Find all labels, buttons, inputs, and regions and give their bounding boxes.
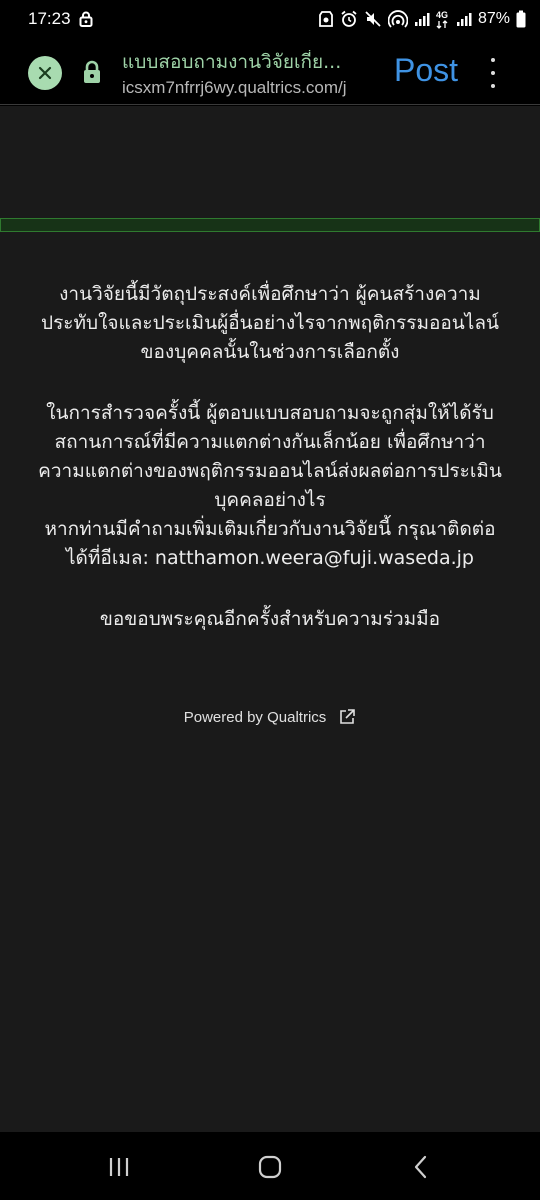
status-icons: 4G 87% [318,9,526,29]
progress-bar [0,218,540,232]
survey-text-line: ได้ที่อีเมล: natthamon.weera@fuji.waseda… [66,547,474,569]
recent-apps-button[interactable] [104,1152,134,1182]
back-icon [414,1155,427,1179]
lock-icon[interactable] [82,60,102,88]
hotspot-icon [387,10,408,28]
survey-intro-text: งานวิจัยนี้มีวัตถุประสงค์เพื่อศึกษาว่า ผ… [0,280,540,634]
navigation-bar [0,1132,540,1200]
screen-lock-icon [79,11,93,27]
back-button[interactable] [406,1152,436,1182]
mute-icon [364,10,382,28]
survey-text-line: ประทับใจและประเมินผู้อื่นอย่างไรจากพฤติก… [41,312,499,334]
close-icon [38,66,52,80]
signal-icon [414,11,430,27]
survey-text-line: งานวิจัยนี้มีวัตถุประสงค์เพื่อศึกษาว่า ผ… [59,283,481,305]
survey-text-line: สถานการณ์ที่มีความแตกต่างกันเล็กน้อย เพื… [54,431,486,453]
survey-text-line: ในการสำรวจครั้งนี้ ผู้ตอบแบบสอบถามจะถูกส… [46,402,494,424]
home-icon [258,1155,282,1179]
survey-text-line: บุคคลอย่างไร [214,489,326,511]
url-block[interactable]: แบบสอบถามงานวิจัยเกี่ย... icsxm7nfrrj6wy… [122,50,382,99]
survey-text-line: ความแตกต่างของพฤติกรรมออนไลน์ส่งผลต่อการ… [38,460,502,482]
battery-icon [516,10,526,28]
powered-by-label: Powered by Qualtrics [183,708,327,726]
data-saver-icon [318,10,334,28]
recent-apps-icon [109,1158,129,1176]
survey-text-line: ของบุคคลนั้นในช่วงการเลือกตั้ง [140,341,400,363]
paragraph-thanks: ขอขอบพระคุณอีกครั้งสำหรับความร่วมมือ [0,605,540,634]
battery-percent: 87% [477,10,510,27]
paragraph-purpose: งานวิจัยนี้มีวัตถุประสงค์เพื่อศึกษาว่า ผ… [0,280,540,367]
signal-icon-2 [456,11,472,27]
survey-text-line: หากท่านมีคำถามเพิ่มเติมเกี่ยวกับงานวิจัย… [44,518,496,540]
page-url: icsxm7nfrrj6wy.qualtrics.com/j [122,78,347,97]
paragraph-procedure: ในการสำรวจครั้งนี้ ผู้ตอบแบบสอบถามจะถูกส… [0,399,540,573]
external-link-icon [340,709,356,724]
page-title: แบบสอบถามงานวิจัยเกี่ย... [122,51,342,73]
status-time: 17:23 [28,9,71,28]
more-options-icon[interactable] [486,58,500,88]
powered-by-link[interactable]: Powered by Qualtrics [0,708,540,726]
post-button[interactable]: Post [394,48,458,92]
home-button[interactable] [255,1152,285,1182]
status-bar: 17:23 4G 87% [0,0,540,38]
browser-toolbar: แบบสอบถามงานวิจัยเกี่ย... icsxm7nfrrj6wy… [0,38,540,105]
network-type-label: 4G [436,10,448,20]
close-tab-button[interactable] [28,56,62,90]
network-type-icon: 4G [436,9,450,29]
alarm-icon [340,10,358,28]
survey-page: งานวิจัยนี้มีวัตถุประสงค์เพื่อศึกษาว่า ผ… [0,106,540,1132]
survey-text-line: ขอขอบพระคุณอีกครั้งสำหรับความร่วมมือ [99,608,441,630]
